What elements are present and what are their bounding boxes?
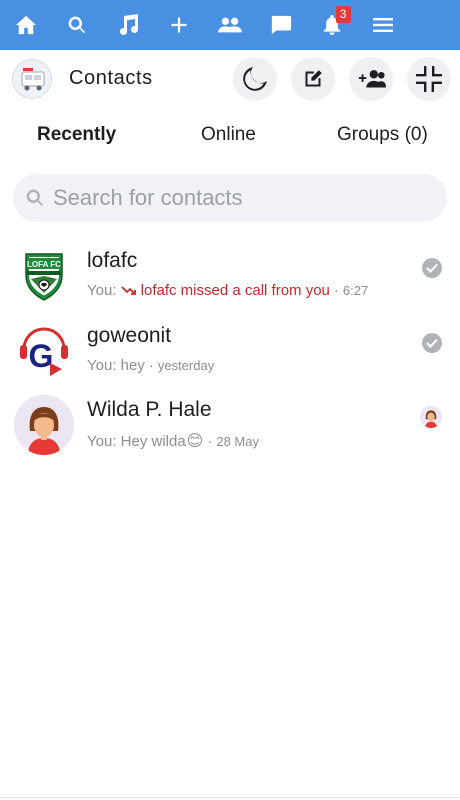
nav-messages[interactable] bbox=[255, 0, 306, 50]
contact-name: Wilda P. Hale bbox=[87, 398, 212, 421]
tab-recently[interactable]: Recently bbox=[37, 124, 116, 146]
contact-row[interactable]: G goweonit You: hey · yesterday bbox=[0, 321, 460, 396]
svg-text:G: G bbox=[29, 338, 54, 374]
compose-icon bbox=[305, 70, 322, 87]
seen-status bbox=[422, 258, 442, 278]
check-icon bbox=[426, 338, 438, 348]
check-icon bbox=[426, 263, 438, 273]
contact-row[interactable]: LOFA FC lofafc You: lofafc missed a call… bbox=[0, 246, 460, 321]
add-friend-button[interactable] bbox=[349, 57, 393, 101]
nav-music[interactable] bbox=[102, 0, 153, 50]
moon-icon bbox=[243, 67, 267, 91]
woman-avatar-icon bbox=[14, 395, 74, 455]
message-time: 28 May bbox=[216, 433, 259, 449]
plus-icon bbox=[171, 17, 187, 33]
last-message: You: Hey wilda 😊 · 28 May bbox=[87, 432, 259, 451]
notification-badge: 3 bbox=[335, 6, 351, 23]
seen-status bbox=[422, 333, 442, 353]
nav-menu[interactable] bbox=[358, 0, 409, 50]
search-bar bbox=[13, 174, 447, 222]
contacts-header: Contacts bbox=[0, 50, 460, 112]
top-nav-bar: 3 bbox=[0, 0, 460, 50]
emoji: 😊 bbox=[186, 433, 204, 450]
bottom-divider bbox=[0, 797, 460, 798]
svg-text:LOFA FC: LOFA FC bbox=[27, 260, 61, 269]
contact-name: lofafc bbox=[87, 249, 138, 272]
compose-button[interactable] bbox=[291, 57, 335, 101]
profile-picture-icon bbox=[13, 60, 51, 98]
home-icon bbox=[15, 15, 36, 35]
menu-icon bbox=[373, 18, 394, 32]
contact-row[interactable]: Wilda P. Hale You: Hey wilda 😊 · 28 May bbox=[0, 395, 460, 470]
contact-name: goweonit bbox=[87, 324, 172, 347]
missed-call-icon bbox=[121, 285, 136, 295]
collapse-icon bbox=[416, 66, 442, 92]
search-icon bbox=[68, 16, 85, 34]
friends-icon bbox=[217, 17, 242, 33]
missed-call-message: lofafc missed a call from you bbox=[140, 282, 330, 299]
last-message: You: hey · yesterday bbox=[87, 357, 215, 374]
tab-online[interactable]: Online bbox=[201, 124, 256, 146]
search-input[interactable] bbox=[53, 174, 433, 222]
search-icon bbox=[26, 189, 44, 207]
tab-groups[interactable]: Groups (0) bbox=[337, 124, 428, 146]
page-title: Contacts bbox=[69, 67, 153, 89]
nav-notifications[interactable]: 3 bbox=[307, 0, 358, 50]
message-time: yesterday bbox=[157, 358, 215, 373]
club-crest-icon: LOFA FC bbox=[14, 246, 74, 306]
contact-avatar: LOFA FC bbox=[14, 246, 74, 306]
contact-tabs: Recently Online Groups (0) bbox=[0, 112, 460, 158]
message-time: 6:27 bbox=[342, 283, 369, 298]
goweonit-logo-icon: G bbox=[14, 321, 74, 381]
nav-home[interactable] bbox=[0, 0, 51, 50]
music-icon bbox=[119, 14, 138, 35]
missed-call-text: lofafc missed a call from you bbox=[121, 282, 330, 299]
my-avatar[interactable] bbox=[12, 59, 52, 99]
seen-avatar bbox=[420, 406, 442, 428]
nav-search[interactable] bbox=[51, 0, 102, 50]
message-prefix: You: bbox=[87, 282, 117, 299]
add-friend-icon bbox=[358, 70, 386, 88]
message-prefix: You: hey bbox=[87, 357, 145, 374]
last-message: You: lofafc missed a call from you · 6:2… bbox=[87, 282, 369, 299]
contact-avatar: G bbox=[14, 321, 74, 381]
nav-friends[interactable] bbox=[204, 0, 255, 50]
collapse-button[interactable] bbox=[407, 57, 451, 101]
nav-create[interactable] bbox=[153, 0, 204, 50]
dark-mode-button[interactable] bbox=[233, 57, 277, 101]
contact-avatar bbox=[14, 395, 74, 455]
chat-icon bbox=[271, 15, 292, 35]
message-prefix: You: Hey wilda bbox=[87, 432, 186, 450]
woman-avatar-icon bbox=[420, 406, 442, 428]
